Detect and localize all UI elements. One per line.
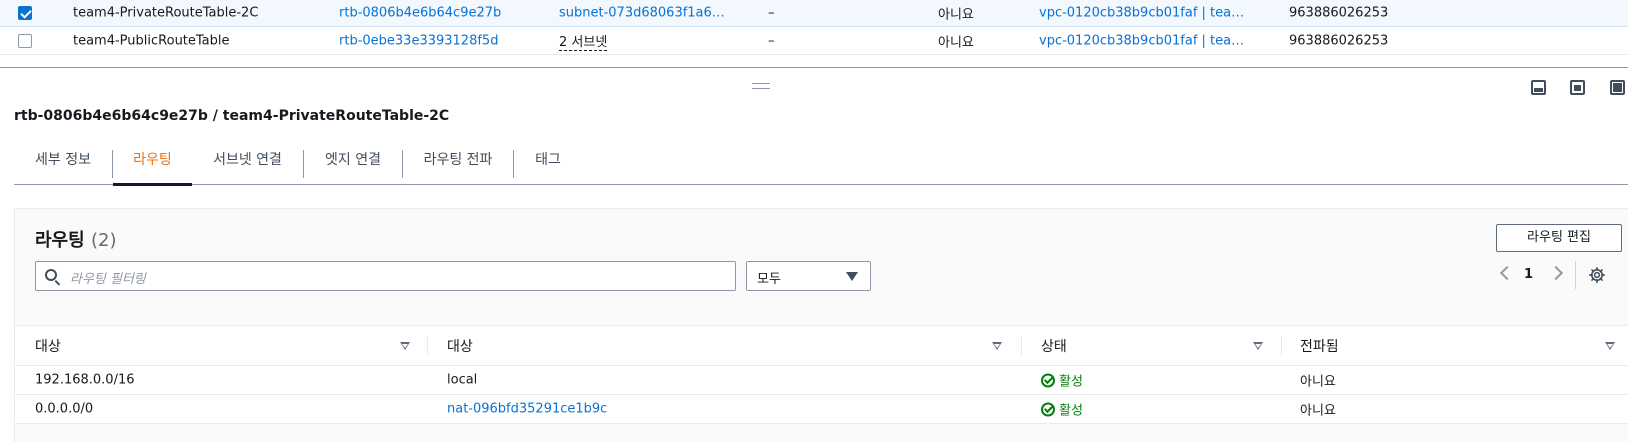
- search-icon: [45, 269, 57, 281]
- route-status: 활성: [1041, 371, 1083, 390]
- route-target: local: [447, 372, 478, 388]
- owner-id: 963886026253: [1289, 33, 1389, 48]
- tab-tags[interactable]: 태그: [514, 140, 582, 185]
- route-propagated: 아니요: [1300, 374, 1336, 390]
- route-table-name: team4-PrivateRouteTable-2C: [73, 5, 259, 21]
- column-header-propagated[interactable]: 전파됨: [1300, 336, 1339, 356]
- route-filter-select[interactable]: 모두: [746, 261, 871, 291]
- gear-icon[interactable]: [1588, 266, 1606, 284]
- table-row[interactable]: team4-PrivateRouteTable-2C rtb-0806b4e6b…: [0, 0, 1628, 27]
- edge-association: –: [768, 5, 775, 21]
- column-header-target[interactable]: 대상: [447, 336, 473, 356]
- tab-subnet-associations[interactable]: 서브넷 연결: [192, 140, 303, 185]
- pager-divider: [1575, 261, 1576, 289]
- vpc-link[interactable]: vpc-0120cb38b9cb01faf | tea…: [1039, 6, 1244, 21]
- chevron-left-icon[interactable]: [1499, 265, 1515, 281]
- route-destination: 192.168.0.0/16: [35, 372, 135, 388]
- route-filter-select-value: 모두: [757, 272, 781, 287]
- status-positive-icon: [1041, 402, 1055, 417]
- route-status-label: 활성: [1059, 374, 1083, 390]
- chevron-right-icon[interactable]: [1548, 265, 1564, 281]
- vpc-link[interactable]: vpc-0120cb38b9cb01faf | tea…: [1039, 33, 1244, 48]
- subnet-count-popover[interactable]: 2 서브넷: [559, 31, 608, 51]
- edge-association: –: [768, 33, 775, 48]
- route-status-label: 활성: [1059, 403, 1083, 419]
- column-header-destination[interactable]: 대상: [35, 336, 61, 356]
- owner-id: 963886026253: [1289, 5, 1389, 21]
- route-filter-placeholder: 라우팅 필터링: [70, 272, 146, 287]
- tab-details[interactable]: 세부 정보: [14, 140, 112, 185]
- routes-container: 라우팅 (2) 라우팅 편집 라우팅 필터링 모두 1 대상 대상 상태 전파됨…: [14, 208, 1628, 442]
- route-table-id-link[interactable]: rtb-0ebe33e3393128f5d: [339, 33, 498, 48]
- routes-header: 라우팅 (2): [35, 226, 116, 252]
- panel-side-icon[interactable]: [1570, 80, 1585, 95]
- split-panel-title: rtb-0806b4e6b64c9e27b / team4-PrivateRou…: [14, 108, 450, 124]
- row-checkbox[interactable]: [18, 33, 32, 48]
- column-header-status[interactable]: 상태: [1041, 336, 1067, 356]
- table-row[interactable]: team4-PublicRouteTable rtb-0ebe33e339312…: [0, 27, 1628, 55]
- route-status: 활성: [1041, 400, 1083, 419]
- row-checkbox[interactable]: [18, 6, 32, 20]
- sort-icon[interactable]: [992, 341, 1002, 350]
- tab-route-propagation[interactable]: 라우팅 전파: [403, 140, 513, 185]
- table-row: 192.168.0.0/16 local 활성 아니요: [15, 366, 1628, 395]
- routes-count: (2): [90, 230, 117, 251]
- panel-bottom-icon[interactable]: [1531, 80, 1546, 95]
- table-row: 0.0.0.0/0 nat-096bfd35291ce1b9c 활성 아니요: [15, 395, 1628, 424]
- page-number[interactable]: 1: [1524, 267, 1533, 282]
- edit-routes-button[interactable]: 라우팅 편집: [1496, 224, 1622, 252]
- split-panel: rtb-0806b4e6b64c9e27b / team4-PrivateRou…: [0, 67, 1628, 442]
- route-table-id-link[interactable]: rtb-0806b4e6b64c9e27b: [339, 6, 501, 21]
- route-tables-list: team4-PrivateRouteTable-2C rtb-0806b4e6b…: [0, 0, 1628, 55]
- main-flag: 아니요: [938, 7, 974, 23]
- column-divider[interactable]: [427, 335, 428, 356]
- sort-icon[interactable]: [400, 341, 410, 350]
- caret-down-icon: [846, 272, 858, 281]
- status-positive-icon: [1041, 373, 1055, 388]
- sort-icon[interactable]: [1253, 341, 1263, 350]
- route-propagated: 아니요: [1300, 403, 1336, 419]
- route-table-name: team4-PublicRouteTable: [73, 33, 230, 48]
- routes-header-title: 라우팅: [35, 230, 85, 251]
- subnet-link[interactable]: subnet-073d68063f1a6…: [559, 6, 725, 21]
- tab-bar: 세부 정보 라우팅 서브넷 연결 엣지 연결 라우팅 전파 태그: [14, 140, 1628, 186]
- column-divider[interactable]: [1021, 335, 1022, 356]
- tab-edge-associations[interactable]: 엣지 연결: [304, 140, 402, 185]
- table-header: 대상 대상 상태 전파됨: [15, 325, 1628, 366]
- routes-table: 대상 대상 상태 전파됨 192.168.0.0/16 local 활성 아니요…: [15, 325, 1628, 424]
- panel-full-icon[interactable]: [1610, 80, 1625, 95]
- tab-routes[interactable]: 라우팅: [113, 140, 192, 186]
- resize-handle-icon[interactable]: [752, 83, 770, 89]
- main-flag: 아니요: [938, 35, 974, 50]
- column-divider[interactable]: [1281, 335, 1282, 356]
- route-target-link[interactable]: nat-096bfd35291ce1b9c: [447, 402, 607, 417]
- route-destination: 0.0.0.0/0: [35, 401, 94, 417]
- route-filter-input[interactable]: 라우팅 필터링: [35, 261, 736, 291]
- sort-icon[interactable]: [1605, 341, 1615, 350]
